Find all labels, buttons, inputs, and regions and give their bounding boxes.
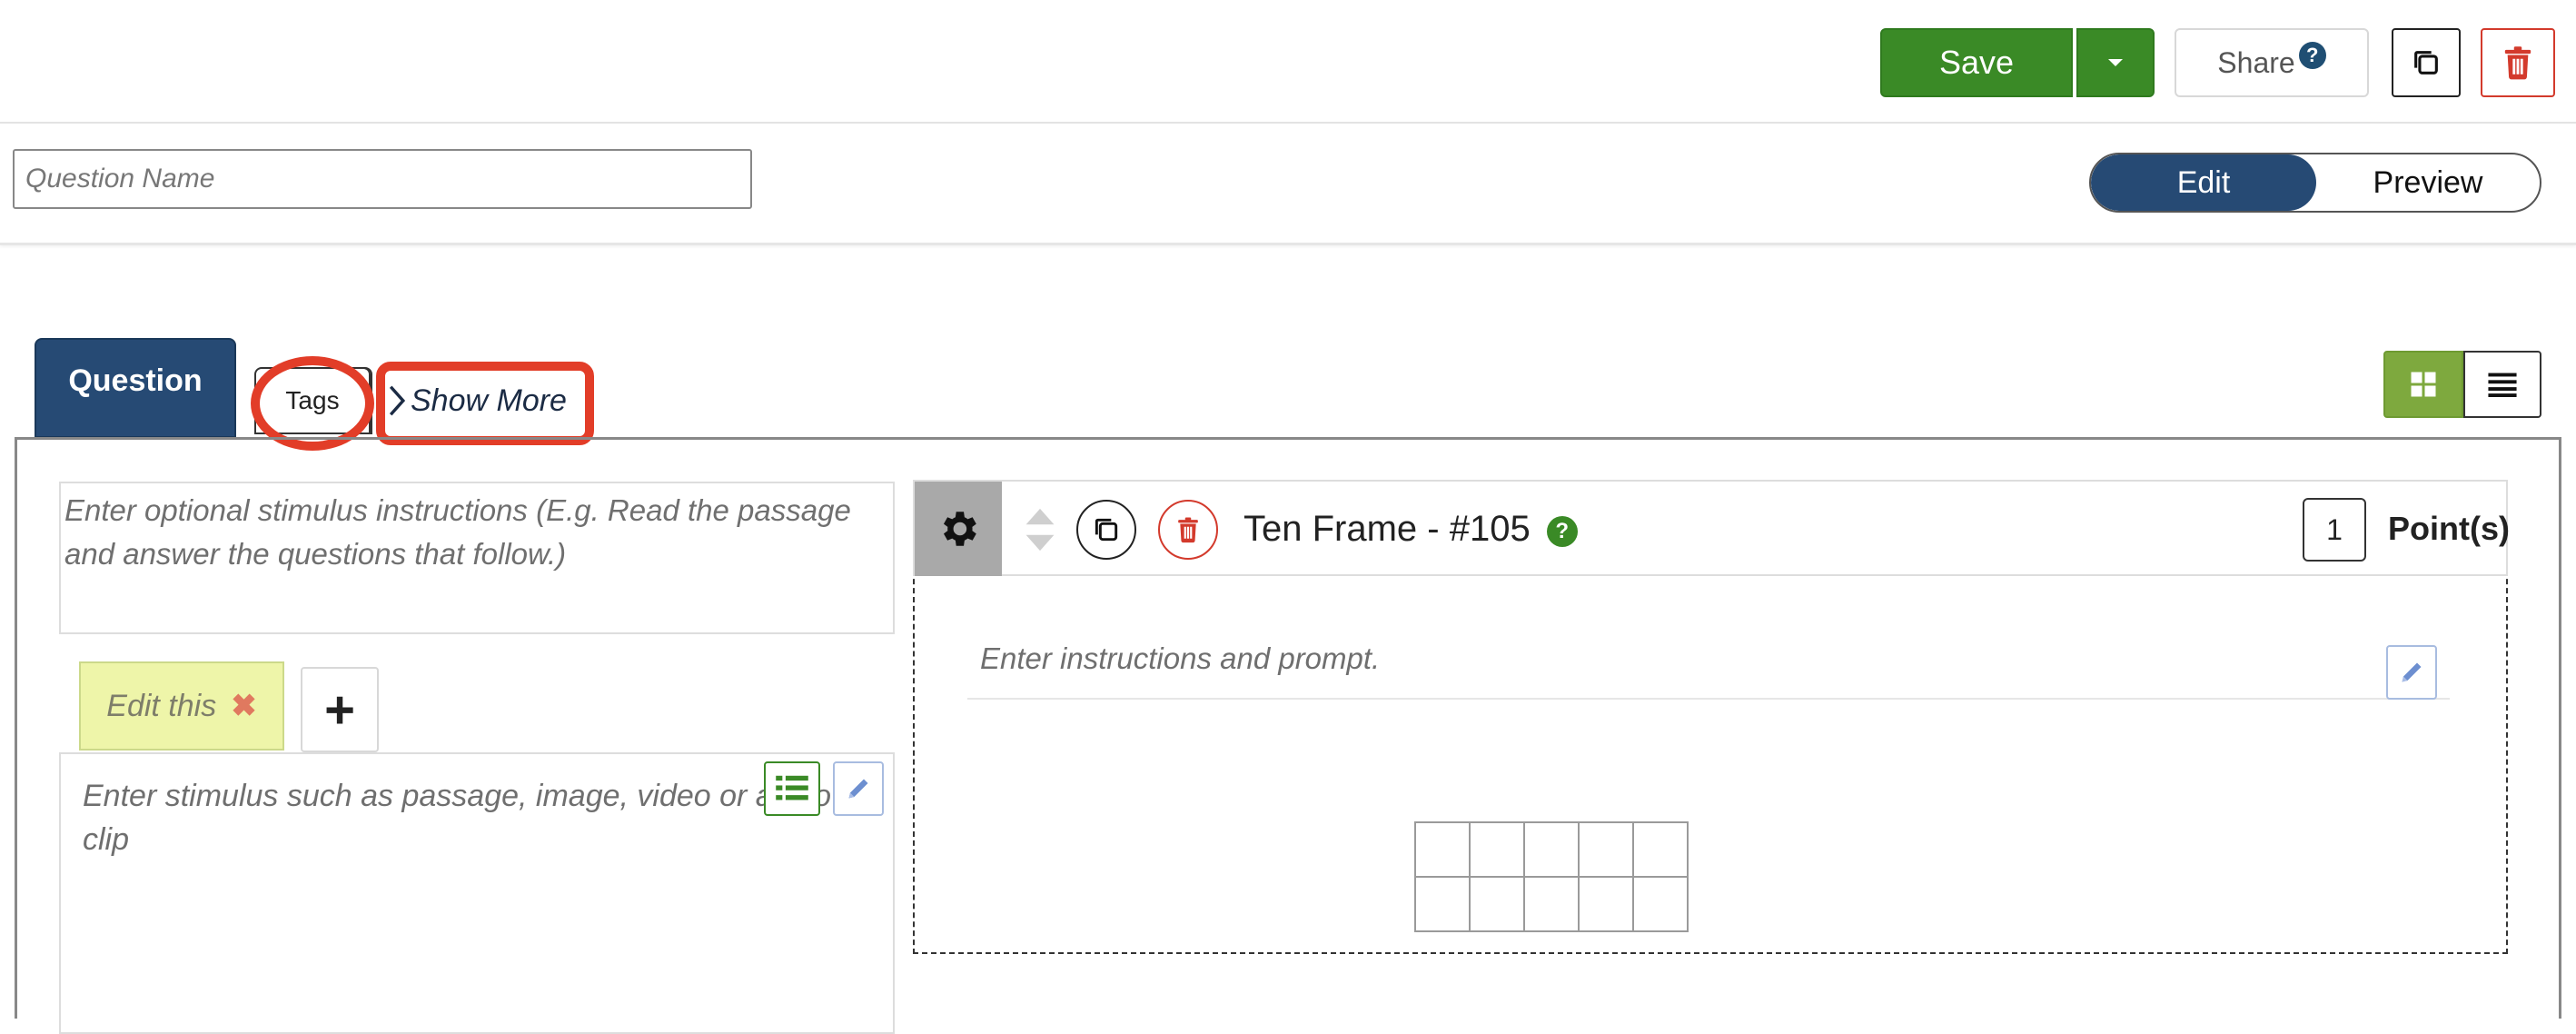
- grid-view-button[interactable]: [2383, 351, 2463, 418]
- edit-preview-toggle: Edit Preview: [2089, 153, 2541, 213]
- ten-frame-cell[interactable]: [1632, 821, 1689, 878]
- stimulus-tab-label: Edit this: [106, 688, 217, 723]
- stimulus-list-button[interactable]: [764, 761, 820, 816]
- preview-mode-button[interactable]: Preview: [2316, 154, 2540, 211]
- trash-icon: [1178, 517, 1198, 543]
- save-button[interactable]: Save: [1880, 28, 2073, 97]
- share-label: Share: [2217, 45, 2295, 79]
- ten-frame-cell[interactable]: [1414, 876, 1471, 932]
- help-icon[interactable]: ?: [1546, 516, 1578, 547]
- points-label: Point(s): [2388, 510, 2510, 547]
- ten-frame-grid: [1414, 821, 1689, 932]
- pencil-icon: [2402, 662, 2422, 682]
- ten-frame-cell[interactable]: [1523, 876, 1580, 932]
- edit-mode-button[interactable]: Edit: [2091, 154, 2316, 211]
- widget-settings-button[interactable]: [915, 482, 1002, 576]
- ten-frame-cell[interactable]: [1578, 821, 1634, 878]
- copy-icon: [2414, 51, 2438, 75]
- stimulus-edit-button[interactable]: [833, 761, 884, 816]
- caret-down-icon: [2108, 59, 2123, 66]
- question-editor-panel: Enter optional stimulus instructions (E.…: [15, 437, 2561, 1034]
- close-icon[interactable]: ✖: [231, 688, 257, 724]
- show-more-link[interactable]: Show More: [381, 367, 583, 434]
- gear-icon: [943, 512, 976, 546]
- copy-icon: [1095, 518, 1118, 542]
- ten-frame-row: [1414, 821, 1689, 878]
- help-icon: ?: [2298, 42, 2326, 69]
- widget-title: Ten Frame - #105 ?: [1243, 482, 1578, 576]
- widget-title-text: Ten Frame - #105: [1243, 508, 1531, 549]
- pencil-icon: [848, 779, 868, 799]
- ten-frame-cell[interactable]: [1469, 876, 1525, 932]
- share-button[interactable]: Share ?: [2175, 28, 2369, 97]
- reorder-arrows-icon[interactable]: [1022, 505, 1058, 554]
- tab-question[interactable]: Question: [35, 338, 236, 438]
- show-more-label: Show More: [411, 383, 567, 418]
- grid-icon: [2411, 372, 2436, 397]
- widget-duplicate-button[interactable]: [1076, 500, 1136, 560]
- ten-frame-cell[interactable]: [1469, 821, 1525, 878]
- stimulus-instructions-field[interactable]: Enter optional stimulus instructions (E.…: [59, 482, 895, 634]
- list-view-button[interactable]: [2463, 351, 2541, 418]
- ten-frame-cell[interactable]: [1523, 821, 1580, 878]
- question-name-input[interactable]: [13, 149, 752, 209]
- top-toolbar: Save Share ?: [0, 0, 2576, 124]
- ten-frame-cell[interactable]: [1632, 876, 1689, 932]
- ten-frame-cell[interactable]: [1578, 876, 1634, 932]
- widget-delete-button[interactable]: [1158, 500, 1218, 560]
- tab-tags[interactable]: Tags: [254, 367, 371, 434]
- stimulus-tab[interactable]: Edit this ✖: [79, 661, 284, 751]
- prompt-edit-button[interactable]: [2386, 645, 2437, 700]
- delete-button[interactable]: [2481, 28, 2555, 97]
- points-input[interactable]: 1: [2303, 498, 2366, 562]
- plus-icon: +: [324, 680, 355, 740]
- save-options-dropdown-button[interactable]: [2076, 28, 2155, 97]
- widget-header: Ten Frame - #105 ? 1 Point(s): [913, 480, 2510, 576]
- ten-frame-cell[interactable]: [1414, 821, 1471, 878]
- add-stimulus-tab-button[interactable]: +: [301, 667, 379, 752]
- duplicate-button[interactable]: [2392, 28, 2461, 97]
- trash-icon: [2504, 46, 2531, 80]
- ten-frame-row: [1414, 876, 1689, 932]
- list-icon: [776, 775, 808, 800]
- question-name-row: Edit Preview: [0, 125, 2576, 245]
- prompt-field[interactable]: Enter instructions and prompt.: [967, 620, 2450, 700]
- list-icon: [2488, 373, 2517, 397]
- chevron-right-icon: [389, 385, 405, 416]
